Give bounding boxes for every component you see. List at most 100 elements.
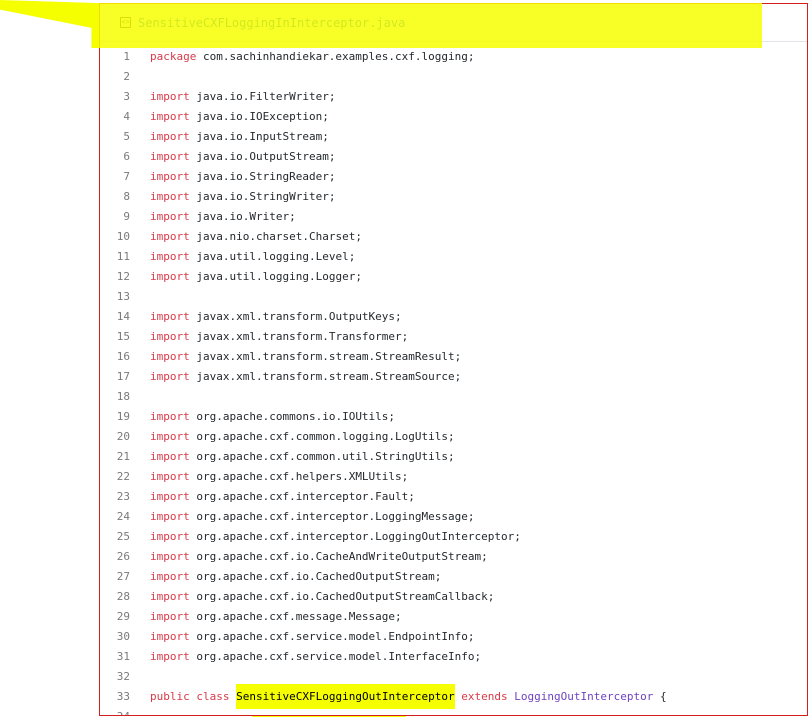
line-source: import org.apache.commons.io.IOUtils; (150, 407, 395, 427)
code-line: 5 import java.io.InputStream; (100, 127, 807, 147)
line-number[interactable]: 15 (100, 327, 150, 347)
source-token: java.io.FilterWriter; (189, 90, 336, 103)
code-line: 10 import java.nio.charset.Charset; (100, 227, 807, 247)
code-line: 15 import javax.xml.transform.Transformer… (100, 327, 807, 347)
line-source: import java.io.IOException; (150, 107, 329, 127)
code-line: 1 package com.sachinhandiekar.examples.cx… (100, 47, 807, 67)
line-number[interactable]: 17 (100, 367, 150, 387)
code-line: 31 import org.apache.cxf.service.model.In… (100, 647, 807, 667)
line-number[interactable]: 16 (100, 347, 150, 367)
line-number[interactable]: 31 (100, 647, 150, 667)
line-number[interactable]: 21 (100, 447, 150, 467)
code-line: 18 (100, 387, 807, 407)
line-number[interactable]: 2 (100, 67, 150, 87)
line-source: import java.io.StringWriter; (150, 187, 335, 207)
source-token: javax.xml.transform.OutputKeys; (189, 310, 402, 323)
line-number[interactable]: 12 (100, 267, 150, 287)
line-source: import javax.xml.transform.OutputKeys; (150, 307, 402, 327)
code-line: 13 (100, 287, 807, 307)
code-line: 28 import org.apache.cxf.io.CachedOutputS… (100, 587, 807, 607)
line-number[interactable]: 34 (100, 707, 150, 715)
keyword-token: import (150, 470, 190, 483)
line-number[interactable]: 29 (100, 607, 150, 627)
line-number[interactable]: 28 (100, 587, 150, 607)
source-token: org.apache.cxf.io.CachedOutputStreamCall… (189, 590, 495, 603)
line-number[interactable]: 11 (100, 247, 150, 267)
line-number[interactable]: 25 (100, 527, 150, 547)
line-number[interactable]: 24 (100, 507, 150, 527)
line-number[interactable]: 9 (100, 207, 150, 227)
keyword-token: class (196, 690, 230, 703)
source-token: { (653, 690, 667, 703)
line-number[interactable]: 8 (100, 187, 150, 207)
keyword-token: import (150, 570, 190, 583)
line-number[interactable]: 10 (100, 227, 150, 247)
line-source: import java.io.FilterWriter; (150, 87, 335, 107)
keyword-token: import (150, 190, 190, 203)
line-number[interactable]: 4 (100, 107, 150, 127)
line-number[interactable]: 23 (100, 487, 150, 507)
line-number[interactable]: 33 (100, 687, 150, 707)
line-number[interactable]: 32 (100, 667, 150, 687)
source-token: org.apache.cxf.message.Message; (189, 610, 402, 623)
source-token: org.apache.cxf.service.model.InterfaceIn… (189, 650, 482, 663)
line-source: import javax.xml.transform.stream.Stream… (150, 347, 461, 367)
source-token: com.sachinhandiekar.examples.cxf.logging… (196, 50, 475, 63)
file-name-link[interactable]: SensitiveCXFLoggingInInterceptor.java (138, 16, 405, 30)
source-token: java.io.Writer; (189, 210, 296, 223)
line-source: import java.io.StringReader; (150, 167, 335, 187)
line-source: import org.apache.cxf.common.logging.Log… (150, 427, 455, 447)
keyword-token: import (150, 310, 190, 323)
line-number[interactable]: 30 (100, 627, 150, 647)
file-header: <> SensitiveCXFLoggingInInterceptor.java (100, 4, 807, 42)
keyword-token: import (150, 270, 190, 283)
source-token: javax.xml.transform.stream.StreamResult; (189, 350, 462, 363)
line-number[interactable]: 7 (100, 167, 150, 187)
line-source: import org.apache.cxf.helpers.XMLUtils; (150, 467, 408, 487)
line-number[interactable]: 27 (100, 567, 150, 587)
line-source: import org.apache.cxf.interceptor.Loggin… (150, 507, 475, 527)
line-source: import java.util.logging.Logger; (150, 267, 362, 287)
line-number[interactable]: 18 (100, 387, 150, 407)
line-source: import java.util.logging.Level; (150, 247, 355, 267)
line-number[interactable]: 1 (100, 47, 150, 67)
keyword-token: extends (461, 690, 508, 703)
code-line: 27 import org.apache.cxf.io.CachedOutputS… (100, 567, 807, 587)
source-token: java.io.InputStream; (189, 130, 329, 143)
source-token: org.apache.cxf.interceptor.LoggingOutInt… (189, 530, 521, 543)
code-line: 3 import java.io.FilterWriter; (100, 87, 807, 107)
code-line: 12 import java.util.logging.Logger; (100, 267, 807, 287)
line-source: package com.sachinhandiekar.examples.cxf… (150, 47, 475, 67)
line-source: import java.io.OutputStream; (150, 147, 335, 167)
type-token: LoggingOutInterceptor (514, 690, 654, 703)
code-line: 11 import java.util.logging.Level; (100, 247, 807, 267)
keyword-token: import (150, 430, 190, 443)
code-line: 33 public class SensitiveCXFLoggingOutInt… (100, 684, 807, 709)
line-source: import org.apache.cxf.common.util.String… (150, 447, 455, 467)
keyword-token: public (150, 690, 190, 703)
keyword-token: import (150, 350, 190, 363)
line-number[interactable]: 3 (100, 87, 150, 107)
keyword-token: import (150, 170, 190, 183)
line-source: import org.apache.cxf.io.CachedOutputStr… (150, 587, 494, 607)
code-line: 30 import org.apache.cxf.service.model.En… (100, 627, 807, 647)
line-number[interactable]: 13 (100, 287, 150, 307)
keyword-token: package (150, 50, 197, 63)
code-line: 22 import org.apache.cxf.helpers.XMLUtils… (100, 467, 807, 487)
keyword-token: import (150, 610, 190, 623)
line-number[interactable]: 6 (100, 147, 150, 167)
keyword-token: import (150, 650, 190, 663)
line-number[interactable]: 5 (100, 127, 150, 147)
line-source: import org.apache.cxf.io.CachedOutputStr… (150, 567, 441, 587)
line-number[interactable]: 14 (100, 307, 150, 327)
source-token: org.apache.cxf.common.logging.LogUtils; (189, 430, 455, 443)
source-token: org.apache.cxf.interceptor.Fault; (189, 490, 415, 503)
line-source: import java.io.InputStream; (150, 127, 329, 147)
line-number[interactable]: 26 (100, 547, 150, 567)
line-source: import org.apache.cxf.message.Message; (150, 607, 402, 627)
line-number[interactable]: 19 (100, 407, 150, 427)
line-number[interactable]: 22 (100, 467, 150, 487)
source-token: java.util.logging.Logger; (189, 270, 362, 283)
line-number[interactable]: 20 (100, 427, 150, 447)
source-token: java.io.StringReader; (189, 170, 336, 183)
